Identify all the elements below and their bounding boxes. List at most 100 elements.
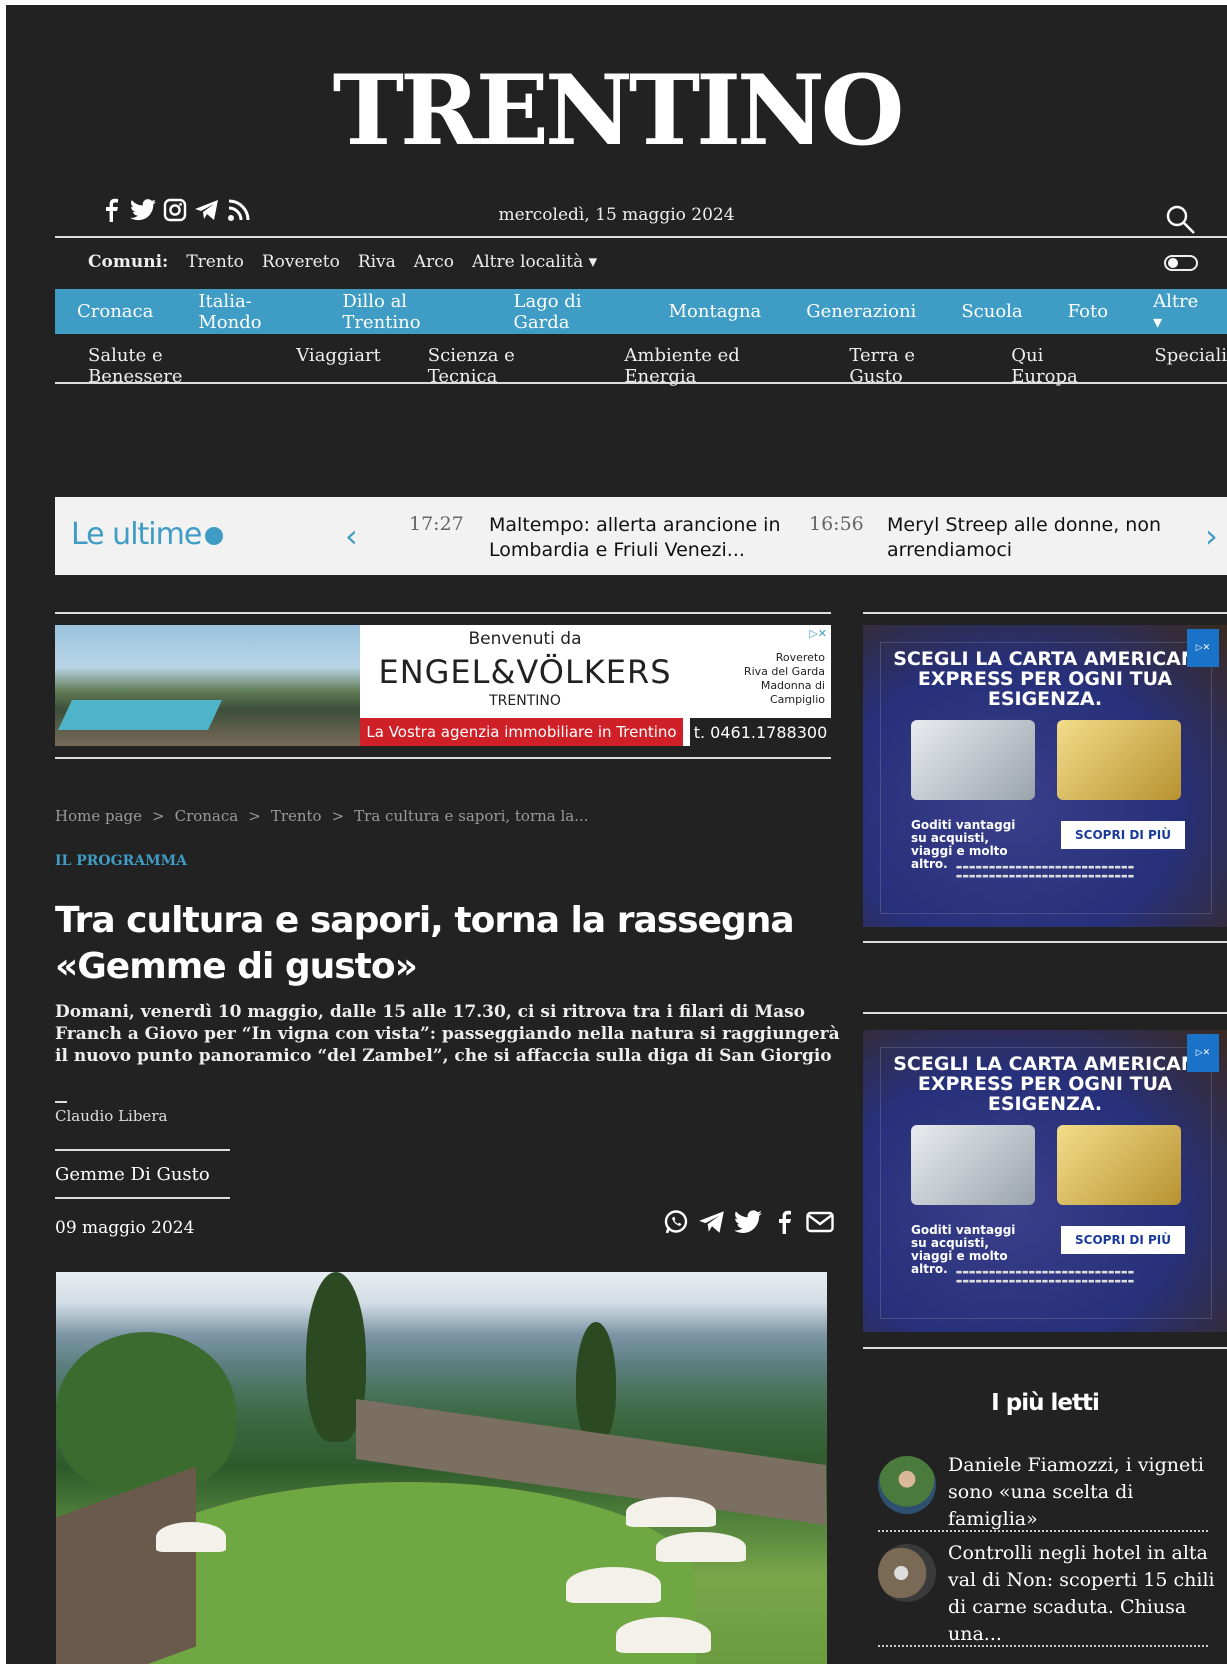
current-date: mercoledì, 15 maggio 2024 [498,205,735,225]
amex-ad[interactable]: SCEGLI LA CARTA AMERICAN EXPRESS PER OGN… [863,625,1227,927]
nav-more-dropdown[interactable]: Altre ▾ [1153,291,1204,333]
nav-item[interactable]: Salute e Benessere [88,345,249,387]
comuni-label: Comuni: [88,252,169,272]
dark-mode-toggle[interactable] [1164,255,1198,271]
telegram-icon[interactable] [698,1208,726,1236]
ad-location: Riva del Garda [743,665,825,678]
dotted-divider [878,1645,1208,1647]
nav-divider [55,382,1227,384]
comune-link[interactable]: Trento [186,252,244,272]
ticker-headline[interactable]: Meryl Streep alle donne, non arrendiamoc… [887,513,1187,563]
breadcrumb: Home page > Cronaca > Trento > Tra cultu… [55,807,589,825]
ad-fine-print-graphic: ▬▬▬▬▬▬▬▬▬▬▬▬▬▬▬▬▬▬▬▬▬▬▬▬▬▬▬ ▬▬▬▬▬▬▬▬▬▬▬▬▬… [955,863,1135,880]
divider [55,757,831,759]
breadcrumb-link[interactable]: Home page [55,807,142,825]
twitter-icon[interactable] [734,1208,762,1236]
ad-cta-button[interactable]: SCOPRI DI PIÙ [1061,821,1185,849]
breadcrumb-current: Tra cultura e sapori, torna la... [354,807,589,825]
site-logo[interactable]: TRENTINO [6,63,1227,159]
divider [863,1347,1227,1349]
breadcrumb-separator: > [248,807,261,825]
share-bar [662,1208,834,1236]
ticker-time: 17:27 [409,513,464,535]
amex-gold-card [1057,720,1181,800]
amex-gold-card [1057,1125,1181,1205]
nav-item[interactable]: Foto [1068,301,1108,322]
nav-item[interactable]: Terra e Gusto [849,345,964,387]
nav-item[interactable]: Viaggiart [296,345,381,387]
ticker-time: 16:56 [809,513,864,535]
nav-item[interactable]: Scienza e Tecnica [428,345,578,387]
most-read-title: I più letti [991,1390,1100,1416]
article-title: Tra cultura e sapori, torna la rassegna … [55,900,795,987]
nav-item[interactable]: Speciali [1154,345,1227,387]
breadcrumb-separator: > [152,807,165,825]
nav-item[interactable]: Italia-Mondo [198,291,297,333]
article-tag[interactable]: Gemme Di Gusto [55,1149,230,1199]
live-dot-icon [205,526,224,545]
comune-link[interactable]: Riva [358,252,396,272]
most-read-headline: Controlli negli hotel in alta val di Non… [948,1542,1215,1645]
nav-item[interactable]: Scuola [961,301,1022,322]
article-image[interactable] [56,1272,827,1664]
ad-text: Benvenuti da [468,629,582,649]
most-read-headline: Daniele Fiamozzi, i vigneti sono «una sc… [948,1454,1204,1530]
amex-ad[interactable]: SCEGLI LA CARTA AMERICAN EXPRESS PER OGN… [863,1030,1227,1332]
latest-news-ticker: Le ultime ‹ 17:27 Maltempo: allerta aran… [55,497,1227,575]
mail-icon[interactable] [806,1208,834,1236]
article-author[interactable]: Claudio Libera [55,1101,167,1125]
ad-location: Madonna di Campiglio [760,679,825,706]
article-tag-label: Gemme Di Gusto [55,1163,210,1185]
nav-item[interactable]: Qui Europa [1011,345,1107,387]
chevron-right-icon[interactable]: › [1205,517,1218,555]
nav-item[interactable]: Cronaca [77,301,153,322]
ad-fine-print-graphic: ▬▬▬▬▬▬▬▬▬▬▬▬▬▬▬▬▬▬▬▬▬▬▬▬▬▬▬ ▬▬▬▬▬▬▬▬▬▬▬▬▬… [955,1268,1135,1285]
ad-text: TRENTINO [489,693,561,709]
ticker-title-text: Le ultime [71,517,202,552]
article-kicker: IL PROGRAMMA [55,853,187,869]
dotted-divider [878,1530,1208,1532]
ad-phone: t. 0461.1788300 [690,718,831,746]
nav-item[interactable]: Dillo al Trentino [342,291,468,333]
most-read-item[interactable]: Controlli negli hotel in alta val di Non… [878,1540,1218,1648]
ad-tagline: La Vostra agenzia immobiliare in Trentin… [360,718,683,746]
article-subtitle: Domani, venerdì 10 maggio, dalle 15 alle… [55,1002,840,1066]
altre-localita-dropdown[interactable]: Altre località ▾ [472,252,597,272]
ticker-title: Le ultime [71,517,224,552]
amex-platinum-card [911,1125,1035,1205]
article-date: 09 maggio 2024 [55,1218,195,1238]
secondary-nav: Salute e Benessere Viaggiart Scienza e T… [88,345,1227,387]
whatsapp-icon[interactable] [662,1208,690,1236]
comune-link[interactable]: Rovereto [262,252,340,272]
chevron-left-icon[interactable]: ‹ [345,517,358,555]
engel-volkers-ad[interactable]: Benvenuti da ENGEL&VÖLKERS TRENTINO Rove… [55,625,831,746]
adchoices-icon[interactable]: ▷✕ [809,627,827,640]
ticker-headline[interactable]: Maltempo: allerta arancione in Lombardia… [489,513,789,563]
amex-platinum-card [911,720,1035,800]
divider [863,1012,1227,1014]
comune-link[interactable]: Arco [414,252,454,272]
breadcrumb-link[interactable]: Trento [271,807,322,825]
header-divider [55,236,1227,238]
amex-logo-icon: ▷✕ [1187,1034,1219,1072]
breadcrumb-link[interactable]: Cronaca [175,807,239,825]
most-read-item[interactable]: Daniele Fiamozzi, i vigneti sono «una sc… [878,1452,1218,1533]
most-read-thumbnail [878,1456,936,1514]
primary-nav: Cronaca Italia-Mondo Dillo al Trentino L… [55,289,1227,334]
nav-item[interactable]: Generazioni [806,301,916,322]
most-read-thumbnail [878,1544,936,1602]
ad-photo [55,625,360,746]
nav-item[interactable]: Ambiente ed Energia [624,345,802,387]
nav-item[interactable]: Montagna [669,301,762,322]
search-icon[interactable] [1164,203,1196,239]
ad-cta-button[interactable]: SCOPRI DI PIÙ [1061,1226,1185,1254]
comuni-bar: Comuni: Trento Rovereto Riva Arco Altre … [88,252,597,272]
ad-locations: Rovereto Riva del Garda Madonna di Campi… [715,651,825,707]
divider [863,941,1227,943]
facebook-icon[interactable] [770,1208,798,1236]
ad-headline: SCEGLI LA CARTA AMERICAN EXPRESS PER OGN… [893,648,1197,710]
breadcrumb-separator: > [331,807,345,825]
nav-item[interactable]: Lago di Garda [514,291,624,333]
divider [863,612,1227,614]
page: TRENTINO mercoledì, 15 maggio 2024 Comun… [6,5,1227,1664]
